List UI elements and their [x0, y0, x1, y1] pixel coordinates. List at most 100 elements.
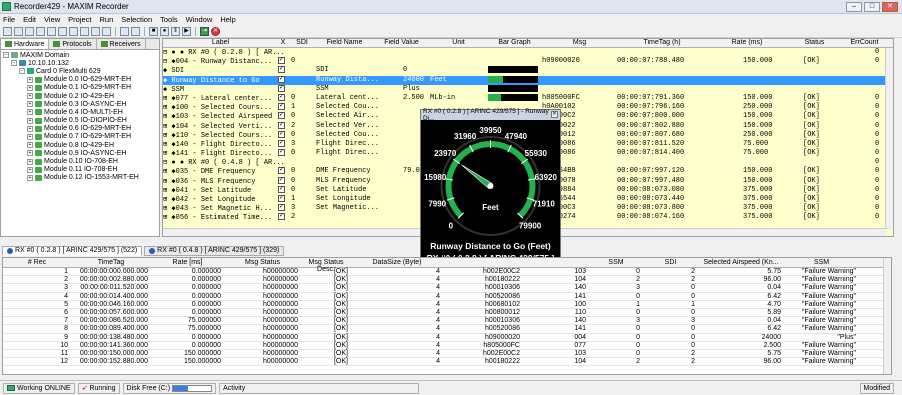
col-msg[interactable]: Msg: [542, 39, 617, 46]
tab-receivers[interactable]: Receivers: [97, 39, 146, 49]
row-checkbox[interactable]: ✓: [278, 57, 285, 65]
row-checkbox[interactable]: ✓: [278, 75, 285, 83]
cut-icon[interactable]: [36, 26, 45, 36]
expand-icon[interactable]: +: [27, 174, 33, 181]
col-label[interactable]: Label: [163, 39, 278, 46]
menu-selection[interactable]: Selection: [121, 15, 152, 24]
menu-tools[interactable]: Tools: [160, 15, 178, 24]
export-icon[interactable]: ⇥: [200, 26, 209, 36]
table-row[interactable]: 1 00:00:00:000.000.000 0.000000 h00000000 [O…: [3, 268, 891, 277]
row-checkbox[interactable]: ✓: [278, 84, 285, 92]
tree-item[interactable]: − 10.10.10.132: [3, 59, 157, 67]
cursor-icon[interactable]: [120, 26, 129, 36]
col-errcount[interactable]: ErrCount: [842, 39, 887, 46]
table-col-header[interactable]: # Rec: [3, 259, 71, 266]
expand-icon[interactable]: +: [27, 93, 33, 100]
table-row[interactable]: 9 00:00:00:138.480.000 0.000000 h00000000 [O…: [3, 334, 891, 342]
expand-icon[interactable]: +: [27, 117, 33, 124]
expand-icon[interactable]: −: [11, 60, 17, 67]
gauge-title-bar[interactable]: RX #0 ( 0.2.8 ) [ ARINC 429/575 ] - Runw…: [421, 108, 560, 122]
table-col-header[interactable]: DataSize (Byte): [351, 259, 443, 266]
row-checkbox[interactable]: ✓: [278, 204, 285, 212]
col-unit[interactable]: Unit: [430, 39, 487, 46]
view4-icon[interactable]: [102, 26, 111, 36]
table-row[interactable]: 5 00:00:00:046.160.000 0.000000 h00000000 [O…: [3, 301, 891, 309]
col-x[interactable]: X: [278, 39, 288, 46]
row-checkbox[interactable]: ✓: [278, 130, 285, 138]
table-row[interactable]: 6 00:00:00:057.600.000 0.000000 h00000000 [O…: [3, 309, 891, 318]
tree-item[interactable]: + Module 0.10 IO-708-EH: [3, 157, 157, 165]
row-checkbox[interactable]: ✓: [278, 185, 285, 193]
gauge-window[interactable]: RX #0 ( 0.2.8 ) [ ARINC 429/575 ] - Runw…: [420, 108, 561, 267]
expand-icon[interactable]: +: [27, 158, 33, 165]
tree-item[interactable]: + Module 0.0 IO-629-MRT-EH: [3, 76, 157, 84]
expand-icon[interactable]: +: [27, 142, 33, 149]
expand-icon[interactable]: −: [19, 68, 25, 75]
open-icon[interactable]: [14, 26, 23, 36]
copy-icon[interactable]: [47, 26, 56, 36]
col-timetag[interactable]: TimeTag (h): [617, 39, 707, 46]
menu-project[interactable]: Project: [68, 15, 91, 24]
view2-icon[interactable]: [80, 26, 89, 36]
play-icon[interactable]: ▶: [182, 26, 191, 36]
gauge-close-icon[interactable]: ✕: [551, 111, 558, 118]
menu-view[interactable]: View: [44, 15, 60, 24]
pause-icon[interactable]: ‖: [171, 26, 180, 36]
grid-row[interactable]: ◆ Runway Distance to Go Runway Dista... 24…: [163, 75, 893, 85]
expand-icon[interactable]: +: [27, 150, 33, 157]
row-checkbox[interactable]: ✓: [278, 121, 285, 129]
expand-icon[interactable]: −: [3, 52, 9, 59]
expand-icon[interactable]: +: [27, 101, 33, 108]
menu-window[interactable]: Window: [186, 15, 213, 24]
table-vertical-scrollbar[interactable]: [883, 258, 891, 374]
tree-item[interactable]: + Module 0.8 IO-429-EH: [3, 141, 157, 149]
new-icon[interactable]: [3, 26, 12, 36]
expand-icon[interactable]: +: [27, 84, 33, 91]
tab-hardware[interactable]: Hardware: [1, 39, 50, 49]
col-field-value[interactable]: Field Value: [373, 39, 430, 46]
grid-row[interactable]: ⊟ ● ● RX #0 ( 0.2.8 ) [ AR... 0: [163, 48, 893, 57]
table-row[interactable]: 11 00:00:00:150.000.000 150.000000 h0000000…: [3, 350, 891, 359]
save-icon[interactable]: [25, 26, 34, 36]
expand-icon[interactable]: +: [27, 133, 33, 140]
tree-item[interactable]: + Module 0.7 IO-629-MRT-EH: [3, 133, 157, 141]
grid-vertical-scrollbar[interactable]: [885, 48, 893, 230]
expand-icon[interactable]: +: [27, 76, 33, 83]
expand-icon[interactable]: +: [27, 125, 33, 132]
row-checkbox[interactable]: ✓: [278, 167, 285, 175]
row-checkbox[interactable]: ✓: [278, 66, 285, 74]
tab-record-2[interactable]: RX #0 ( 0.4.8 ) [ ARINC 429/575 ] (329): [144, 245, 285, 256]
minimize-button[interactable]: –: [846, 2, 862, 12]
menu-help[interactable]: Help: [220, 15, 235, 24]
view1-icon[interactable]: [69, 26, 78, 36]
tree-item[interactable]: + Module 0.5 IO-DIOPIO-EH: [3, 117, 157, 125]
maximize-button[interactable]: □: [864, 2, 880, 12]
col-rate[interactable]: Rate (ms): [707, 39, 787, 46]
tree-item[interactable]: + Module 0.12 IO-1553-MRT-EH: [3, 174, 157, 182]
tree-item[interactable]: + Module 0.1 IO-629-MRT-EH: [3, 84, 157, 92]
expand-icon[interactable]: +: [27, 109, 33, 116]
paste-icon[interactable]: [58, 26, 67, 36]
row-checkbox[interactable]: ✓: [278, 139, 285, 147]
tree-item[interactable]: + Module 0.3 IO-ASYNC-EH: [3, 100, 157, 108]
row-checkbox[interactable]: ✓: [278, 112, 285, 120]
expand-icon[interactable]: +: [27, 166, 33, 173]
tree-item[interactable]: + Module 0.4 IO-MULTI-EH: [3, 108, 157, 116]
tree-item[interactable]: + Module 0.6 IO-629-MRT-EH: [3, 125, 157, 133]
row-checkbox[interactable]: ✓: [278, 176, 285, 184]
stop-icon[interactable]: ■: [149, 26, 158, 36]
view3-icon[interactable]: [91, 26, 100, 36]
row-checkbox[interactable]: ✓: [278, 149, 285, 157]
row-checkbox[interactable]: ✓: [278, 195, 285, 202]
table-col-header[interactable]: SSM: [784, 259, 859, 266]
menu-edit[interactable]: Edit: [23, 15, 36, 24]
table-col-header[interactable]: SDI: [643, 259, 698, 266]
tab-record-1[interactable]: RX #0 ( 0.2.8 ) [ ARINC 429/575 ] (522): [2, 245, 143, 256]
filter-icon[interactable]: [131, 26, 140, 36]
cancel-icon[interactable]: ✕: [211, 26, 220, 36]
tree-item[interactable]: + Module 0.9 IO-ASYNC-EH: [3, 149, 157, 157]
grid-row[interactable]: ⊞ ◆077 - Lateral center... 0 Lateral cent.…: [163, 93, 893, 103]
col-status[interactable]: Status: [787, 39, 842, 46]
tree-item[interactable]: − Card 0 FlexMulti 629: [3, 67, 157, 75]
table-row[interactable]: 12 00:00:00:152.880.000 150.000000 h0000000…: [3, 358, 891, 367]
